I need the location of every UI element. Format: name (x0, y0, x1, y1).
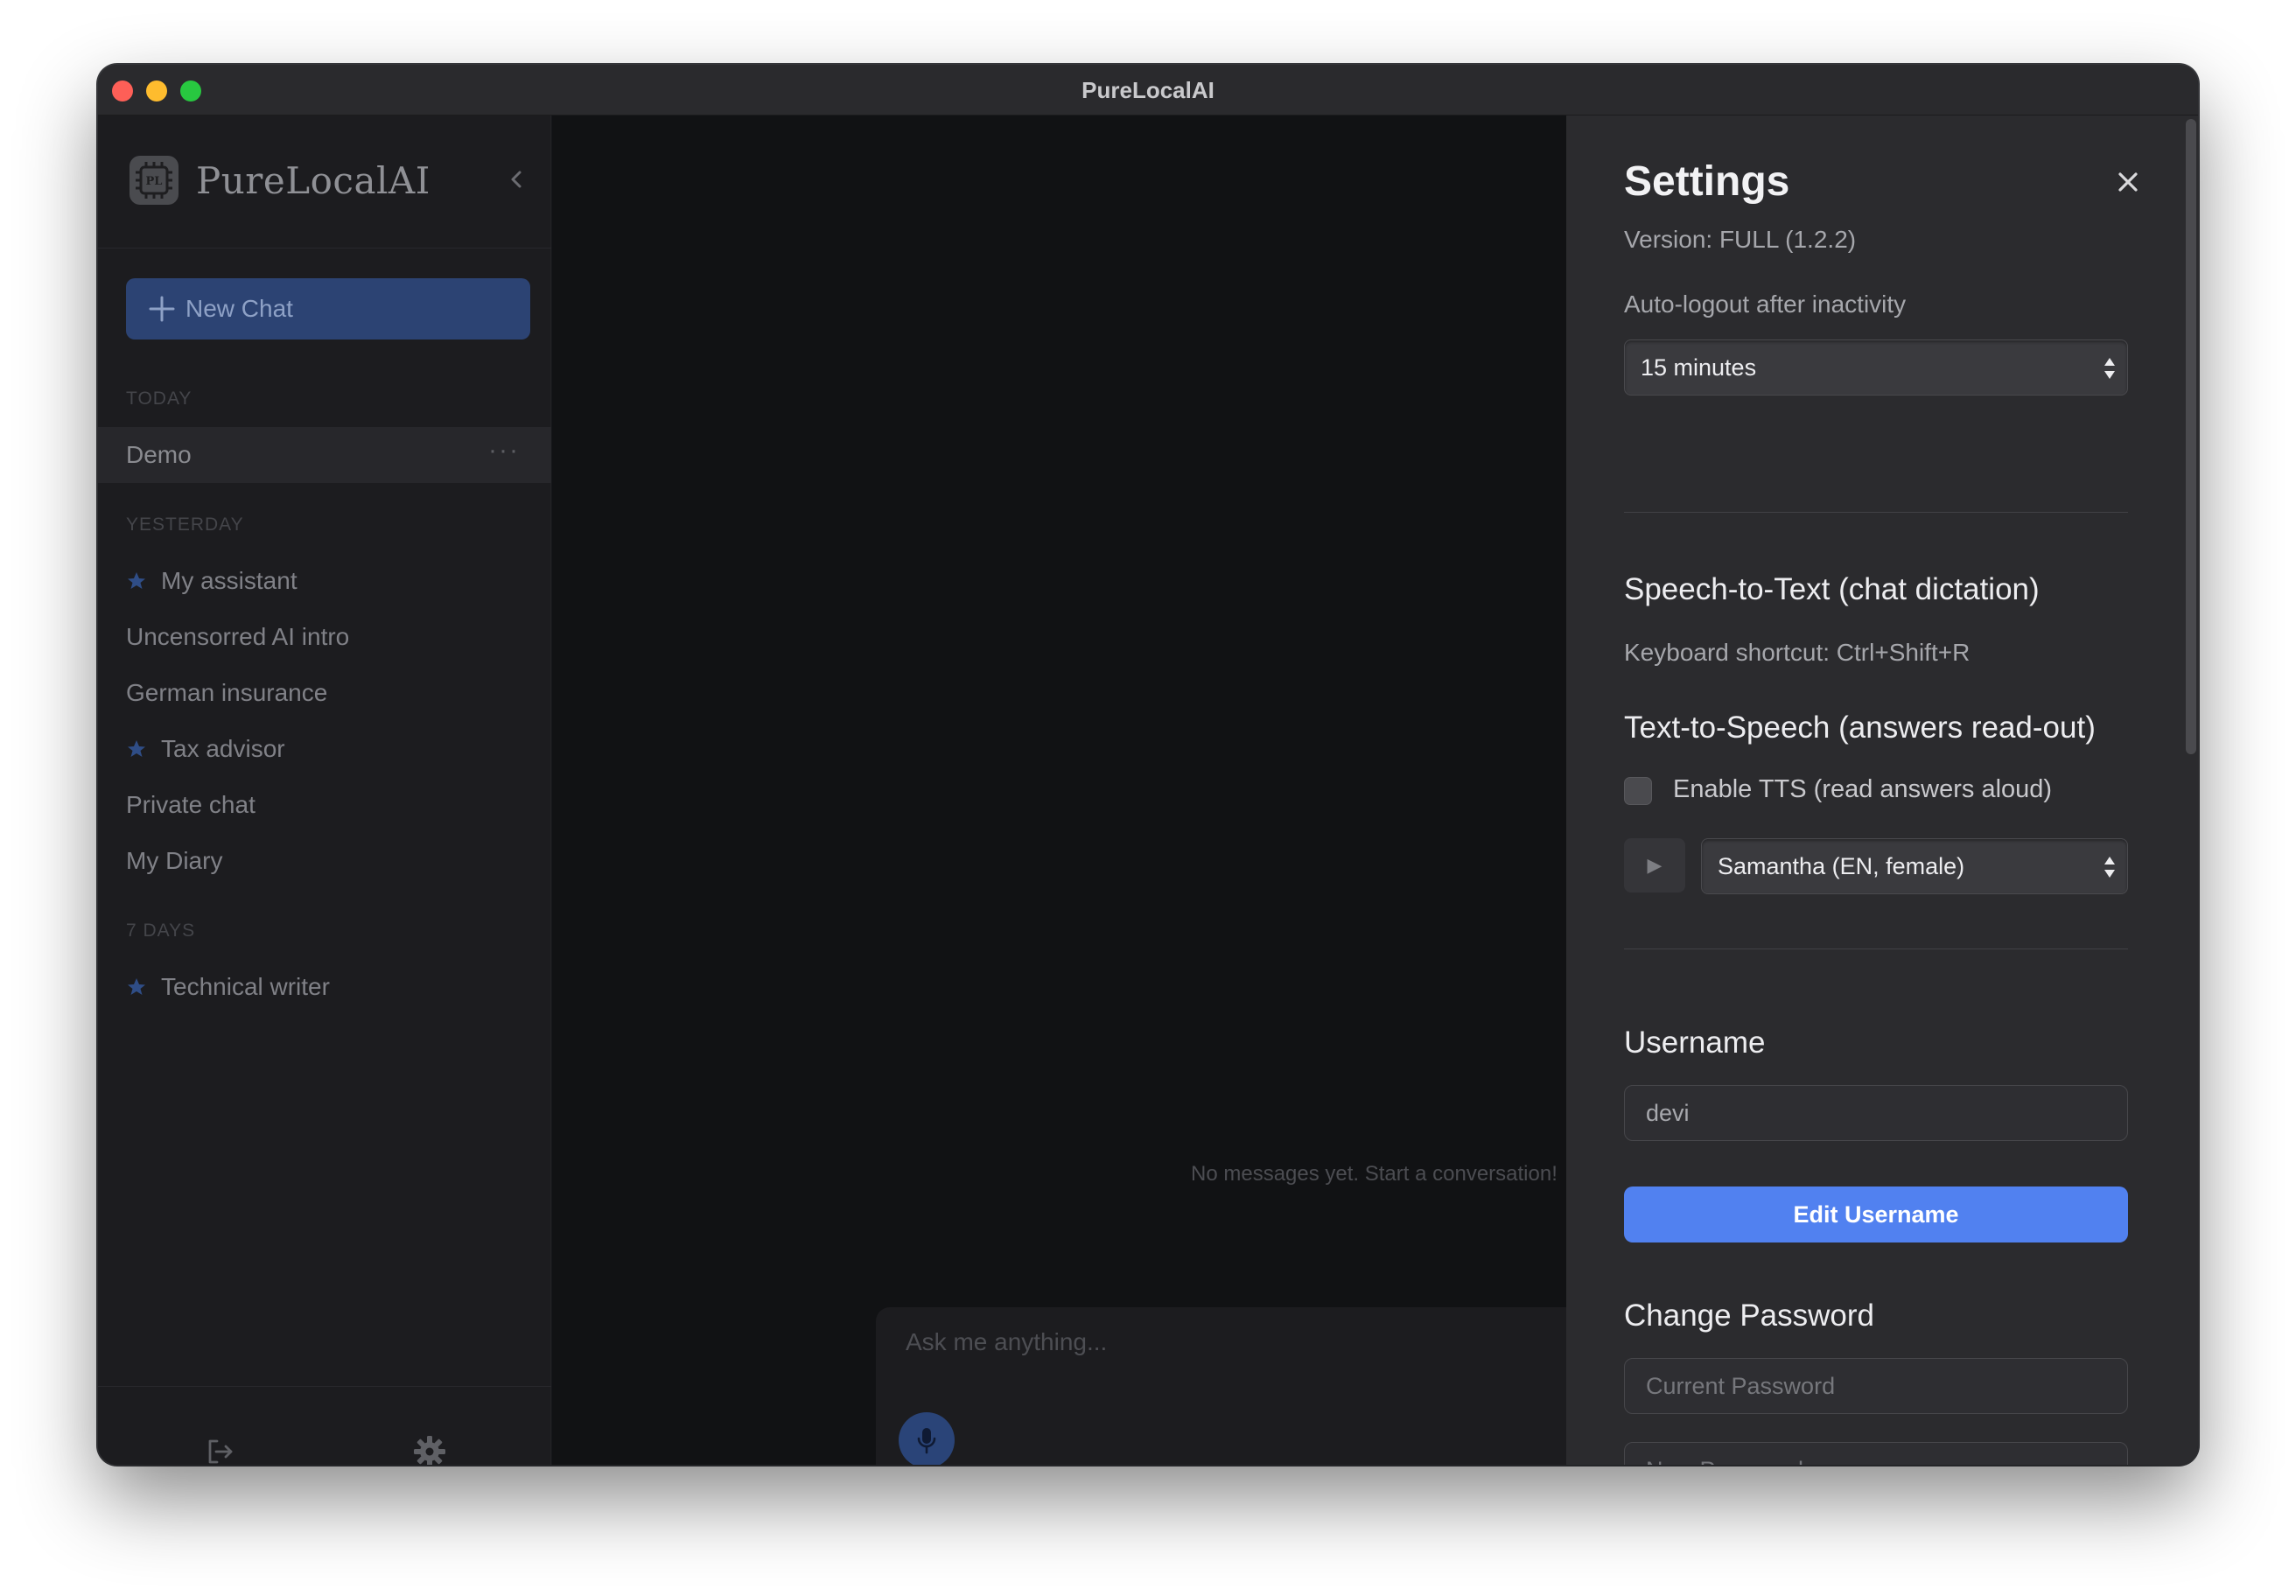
chat-item-label: Demo (126, 441, 192, 468)
star-icon (128, 740, 145, 757)
voice-select-value: Samantha (EN, female) (1718, 852, 1965, 879)
sidebar-footer-divider (98, 1386, 551, 1387)
gear-icon[interactable] (413, 1435, 446, 1465)
current-password-field[interactable]: Current Password (1624, 1358, 2128, 1414)
chat-item-my-assistant[interactable]: My assistant (98, 553, 551, 609)
stt-shortcut-text: Keyboard shortcut: Ctrl+Shift+R (1624, 639, 1970, 666)
chat-item-label: My assistant (161, 567, 298, 594)
play-icon: ▶ (1647, 854, 1662, 876)
section-yesterday: YESTERDAY (126, 514, 244, 535)
chat-item-demo[interactable]: Demo ··· (98, 427, 551, 483)
window-title: PureLocalAI (1082, 77, 1214, 103)
settings-scrollbar[interactable] (2186, 119, 2196, 754)
empty-state-message: No messages yet. Start a conversation! (1191, 1162, 1558, 1186)
chat-item-my-diary[interactable]: My Diary (98, 833, 551, 889)
auto-logout-label: Auto-logout after inactivity (1624, 290, 1907, 318)
tts-heading: Text-to-Speech (answers read-out) (1624, 710, 2096, 745)
auto-logout-value: 15 minutes (1641, 354, 1757, 381)
select-arrows-icon (2104, 358, 2115, 379)
version-text: Version: FULL (1.2.2) (1624, 226, 1857, 253)
section-7-days: 7 DAYS (126, 920, 196, 941)
sidebar: PL PureLocalAI New Chat TODAY Demo ··· Y… (98, 116, 551, 1465)
new-password-field[interactable]: New Password (1624, 1442, 2128, 1465)
play-voice-button[interactable]: ▶ (1624, 838, 1685, 892)
chat-item-technical-writer[interactable]: Technical writer (98, 959, 551, 1015)
new-chat-button[interactable]: New Chat (126, 278, 530, 340)
star-icon (128, 572, 145, 589)
edit-username-button[interactable]: Edit Username (1624, 1186, 2128, 1242)
settings-panel: Settings Version: FULL (1.2.2) Auto-logo… (1566, 116, 2198, 1465)
brand-name: PureLocalAI (196, 159, 430, 202)
chat-item-label: Private chat (126, 791, 256, 818)
stt-heading: Speech-to-Text (chat dictation) (1624, 572, 2040, 606)
change-password-heading: Change Password (1624, 1298, 1874, 1333)
settings-divider (1624, 948, 2128, 949)
chat-area: No messages yet. Start a conversation! A… (552, 116, 1716, 1465)
star-icon (128, 978, 145, 995)
microphone-icon (917, 1428, 936, 1454)
tts-enable-checkbox[interactable] (1624, 777, 1652, 805)
chat-item-label: Tax advisor (161, 735, 285, 762)
chat-item-label: My Diary (126, 847, 223, 874)
current-password-placeholder: Current Password (1646, 1372, 1836, 1399)
username-field[interactable]: devi (1624, 1085, 2128, 1141)
new-password-placeholder: New Password (1646, 1457, 1803, 1466)
app-window: PureLocalAI PL PureLocalAI New Chat TODA… (98, 65, 2198, 1465)
collapse-sidebar-icon[interactable] (508, 166, 525, 199)
ellipsis-icon[interactable]: ··· (488, 436, 520, 466)
settings-title: Settings (1624, 158, 1790, 205)
tts-enable-label[interactable]: Enable TTS (read answers aloud) (1673, 775, 2052, 804)
plus-icon (149, 296, 175, 322)
title-bar: PureLocalAI (98, 65, 2198, 116)
settings-divider (1624, 512, 2128, 513)
chat-item-label: German insurance (126, 679, 328, 706)
username-heading: Username (1624, 1026, 1766, 1060)
chat-item-label: Technical writer (161, 973, 330, 1000)
chat-item-private-chat[interactable]: Private chat (98, 777, 551, 833)
microphone-button[interactable] (899, 1412, 955, 1465)
voice-select[interactable]: Samantha (EN, female) (1701, 838, 2128, 894)
logo-text: PL (146, 175, 163, 188)
section-today: TODAY (126, 388, 192, 409)
app-logo: PL (130, 156, 178, 205)
chat-item-uncensorred-ai-intro[interactable]: Uncensorred AI intro (98, 609, 551, 665)
close-icon[interactable] (2116, 170, 2140, 199)
composer-placeholder: Ask me anything... (906, 1328, 1108, 1355)
chat-item-tax-advisor[interactable]: Tax advisor (98, 721, 551, 777)
new-chat-label: New Chat (186, 295, 293, 322)
username-value: devi (1646, 1099, 1690, 1126)
select-arrows-icon (2104, 857, 2115, 878)
logout-icon[interactable] (205, 1437, 234, 1465)
auto-logout-select[interactable]: 15 minutes (1624, 340, 2128, 396)
brand: PL PureLocalAI (130, 156, 541, 205)
chat-item-label: Uncensorred AI intro (126, 623, 350, 650)
chat-item-german-insurance[interactable]: German insurance (98, 665, 551, 721)
